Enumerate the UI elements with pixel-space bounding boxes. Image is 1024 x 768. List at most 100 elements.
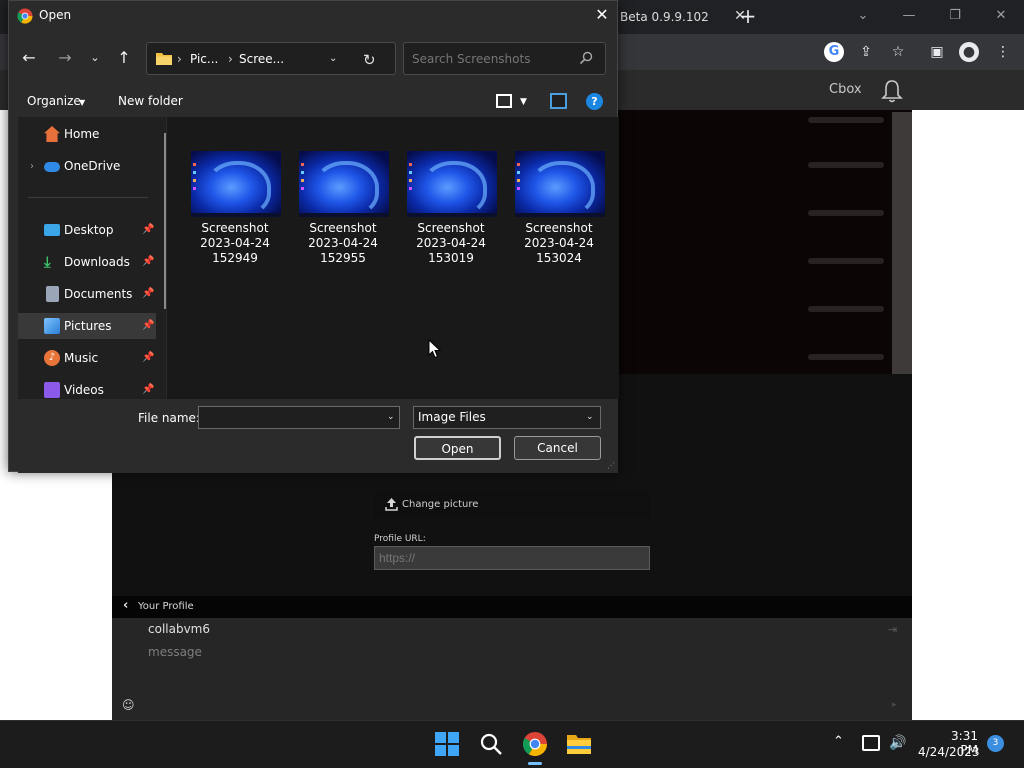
new-folder-button[interactable]: New folder	[118, 94, 183, 108]
pin-icon[interactable]: 📌	[142, 288, 154, 299]
side-panel-icon[interactable]: ▣	[927, 42, 947, 62]
caret-down-icon[interactable]: ▼	[79, 98, 85, 107]
nav-item-label: Desktop	[64, 223, 114, 237]
restore-icon[interactable]: ❐	[944, 6, 966, 26]
resize-grip-icon[interactable]: ⋰	[607, 461, 617, 471]
refresh-icon[interactable]: ↻	[363, 51, 376, 69]
window-close-icon[interactable]: ✕	[990, 6, 1012, 26]
blurred-text-row	[808, 354, 884, 360]
file-item[interactable]: Screenshot 2023-04-24 152949	[187, 151, 283, 271]
image-thumbnail	[191, 151, 281, 217]
pin-icon[interactable]: 📌	[142, 320, 154, 331]
navigation-pane: Home › OneDrive Desktop 📌 ⤓ Downloads 📌 …	[18, 117, 166, 399]
pin-icon[interactable]: 📌	[142, 224, 154, 235]
windows-start-icon[interactable]	[434, 731, 460, 757]
your-profile-bar[interactable]: Your Profile	[112, 596, 912, 618]
file-name-input[interactable]	[198, 406, 400, 429]
share-icon[interactable]: ⇪	[856, 42, 876, 62]
pin-icon[interactable]: 📌	[142, 352, 154, 363]
file-item[interactable]: Screenshot 2023-04-24 152955	[295, 151, 391, 271]
chat-username: collabvm6	[148, 622, 211, 636]
recent-locations-chevron-icon[interactable]: ⌄	[85, 47, 105, 69]
search-icon[interactable]	[478, 731, 504, 757]
page-scrollbar[interactable]	[892, 112, 912, 374]
pin-icon[interactable]: 📌	[142, 384, 154, 395]
profile-url-input[interactable]	[374, 546, 650, 570]
tab-search-icon[interactable]: ⌄	[852, 6, 874, 26]
open-button[interactable]: Open	[414, 436, 501, 460]
nav-item-downloads[interactable]: ⤓ Downloads 📌	[18, 249, 156, 275]
change-picture-button[interactable]: Change picture	[374, 492, 650, 518]
file-type-select[interactable]: Image Files	[413, 406, 601, 429]
chevron-up-icon[interactable]: ⌃	[833, 734, 844, 749]
blurred-text-row	[808, 258, 884, 264]
cancel-button[interactable]: Cancel	[514, 436, 601, 460]
nav-item-documents[interactable]: Documents 📌	[18, 281, 156, 307]
dialog-close-icon[interactable]: ✕	[593, 5, 611, 25]
network-icon[interactable]	[862, 735, 880, 751]
chevron-down-icon[interactable]: ⌄	[586, 412, 594, 422]
bell-icon[interactable]	[880, 78, 904, 104]
menu-kebab-icon[interactable]: ⋮	[993, 42, 1013, 62]
caret-down-icon[interactable]: ▼	[520, 97, 527, 107]
nav-item-onedrive[interactable]: OneDrive	[18, 153, 156, 179]
nav-divider	[28, 197, 148, 198]
back-arrow-icon[interactable]: ←	[19, 47, 39, 69]
breadcrumb-screenshots[interactable]: Scree...	[239, 52, 284, 66]
address-dropdown-chevron-icon[interactable]: ⌄	[329, 53, 337, 64]
up-arrow-icon[interactable]: ↑	[114, 47, 134, 69]
nav-item-music[interactable]: ♪ Music 📌	[18, 345, 156, 371]
file-explorer-icon[interactable]	[566, 731, 592, 757]
nav-item-pictures[interactable]: Pictures 📌	[18, 313, 156, 339]
bookmark-star-icon[interactable]: ☆	[888, 42, 908, 62]
breadcrumb-separator-icon: ›	[177, 52, 182, 66]
organize-button[interactable]: Organize	[27, 94, 81, 108]
nav-item-home[interactable]: Home	[18, 121, 156, 147]
nav-item-label: Music	[64, 351, 99, 365]
open-file-dialog: Open ✕ ← → ⌄ ↑ › Pic... › Scree... ⌄ ↻ O…	[8, 0, 619, 473]
file-item[interactable]: Screenshot 2023-04-24 153019	[403, 151, 499, 271]
chevron-left-icon[interactable]: ‹	[123, 599, 133, 613]
site-name: Cbox	[829, 82, 862, 97]
change-view-icon[interactable]	[496, 94, 512, 108]
profile-icon[interactable]: ●	[959, 42, 979, 62]
downloads-icon: ⤓	[44, 253, 51, 271]
chrome-icon[interactable]	[522, 731, 548, 757]
nav-item-desktop[interactable]: Desktop 📌	[18, 217, 156, 243]
file-name: Screenshot 2023-04-24 152949	[200, 221, 270, 265]
notification-badge[interactable]: 3	[987, 735, 1004, 752]
preview-pane-icon[interactable]	[550, 93, 567, 109]
address-bar[interactable]: › Pic... › Scree... ⌄ ↻	[146, 42, 396, 75]
page-margin-left	[0, 470, 112, 720]
send-arrow-icon[interactable]: ▸	[892, 700, 902, 710]
videos-icon	[44, 382, 60, 398]
file-name: Screenshot 2023-04-24 152955	[308, 221, 378, 265]
breadcrumb-pictures[interactable]: Pic...	[190, 52, 218, 66]
blurred-text-row	[808, 210, 884, 216]
sign-out-icon[interactable]: ⇥	[888, 623, 902, 637]
new-tab-button[interactable]: +	[738, 6, 758, 26]
search-input[interactable]	[403, 42, 606, 75]
pictures-icon	[44, 318, 60, 334]
file-item[interactable]: Screenshot 2023-04-24 153024	[511, 151, 607, 271]
emoji-icon[interactable]: ☺	[122, 698, 136, 712]
forward-arrow-icon[interactable]: →	[55, 47, 75, 69]
chat-message-input[interactable]: message	[148, 645, 202, 659]
pin-icon[interactable]: 📌	[142, 256, 154, 267]
chevron-down-icon[interactable]: ⌄	[387, 412, 395, 422]
dialog-title: Open	[39, 8, 72, 22]
volume-icon[interactable]: 🔊	[889, 735, 906, 751]
minimize-icon[interactable]: —	[898, 6, 920, 26]
browser-tab[interactable]: Beta 0.9.9.102	[612, 0, 728, 34]
nav-item-videos[interactable]: Videos 📌	[18, 377, 156, 399]
help-icon[interactable]: ?	[586, 93, 603, 110]
home-icon	[44, 126, 60, 142]
chat-area	[112, 618, 912, 720]
profile-url-label: Profile URL:	[374, 534, 426, 544]
folder-icon	[156, 53, 172, 65]
clock-date[interactable]: 4/24/2023	[918, 745, 980, 759]
upload-icon	[385, 498, 398, 511]
nav-pane-scrollbar[interactable]	[164, 133, 166, 309]
google-icon[interactable]: G	[824, 42, 844, 62]
mouse-cursor-icon	[428, 339, 442, 359]
